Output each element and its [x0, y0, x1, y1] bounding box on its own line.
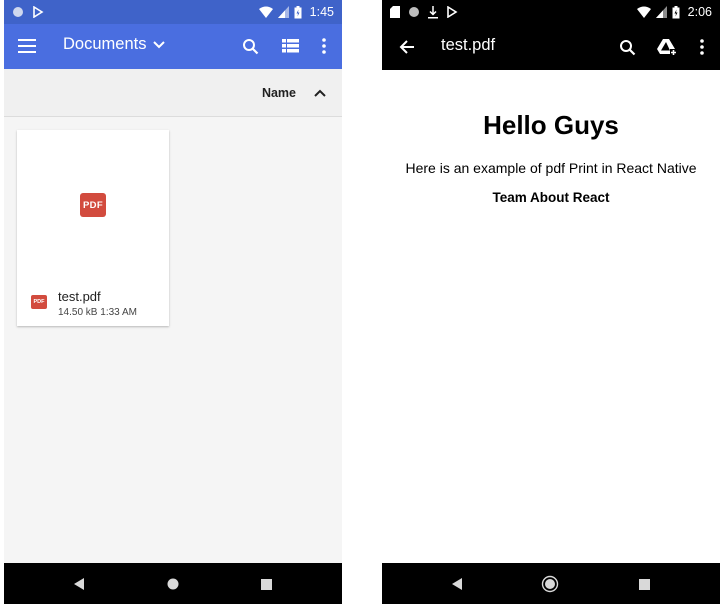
wifi-icon — [636, 6, 651, 18]
toolbar-title: Documents — [63, 35, 147, 53]
add-to-drive-button[interactable] — [655, 35, 679, 59]
menu-button[interactable] — [15, 34, 39, 58]
search-icon — [619, 39, 635, 55]
pdf-thumbnail-icon: PDF — [80, 193, 106, 217]
play-store-icon — [33, 6, 44, 18]
chevron-up-icon[interactable] — [314, 89, 326, 97]
documents-screen: 1:45 Documents Name PDF PDF test.pdf 14.… — [4, 0, 342, 604]
pdf-file-icon: PDF — [31, 295, 47, 309]
system-nav-bar — [4, 563, 342, 604]
wifi-icon — [258, 6, 273, 18]
search-button[interactable] — [238, 34, 262, 58]
more-options-button[interactable] — [312, 34, 336, 58]
pdf-viewer-screen: 2:06 test.pdf Hello Guys Here is an exam… — [382, 0, 720, 604]
more-vert-icon — [700, 39, 704, 55]
app-toolbar: Documents — [4, 24, 342, 69]
more-options-button[interactable] — [690, 35, 714, 59]
status-time: 1:45 — [309, 5, 334, 19]
status-bar: 1:45 — [4, 0, 342, 24]
document-heading: Hello Guys — [483, 110, 619, 140]
nav-recents-button[interactable] — [257, 575, 275, 593]
system-nav-bar — [382, 563, 720, 604]
status-time: 2:06 — [687, 5, 712, 19]
nav-recents-icon — [260, 578, 272, 590]
notification-dot-icon — [409, 7, 419, 17]
more-vert-icon — [322, 38, 326, 54]
file-meta: 14.50 kB 1:33 AM — [58, 307, 137, 318]
menu-icon — [18, 39, 36, 53]
download-icon — [428, 5, 438, 18]
chevron-down-icon — [153, 40, 166, 48]
nav-recents-button[interactable] — [635, 575, 653, 593]
nav-home-icon — [167, 578, 179, 590]
list-view-button[interactable] — [278, 34, 302, 58]
status-bar: 2:06 — [382, 0, 720, 24]
list-view-icon — [281, 39, 299, 53]
viewer-toolbar: test.pdf — [382, 24, 720, 70]
file-card-test-pdf[interactable]: PDF PDF test.pdf 14.50 kB 1:33 AM — [17, 130, 169, 326]
nav-home-icon — [541, 575, 559, 593]
nav-recents-icon — [638, 578, 650, 590]
notification-dot-icon — [13, 7, 23, 17]
nav-back-button[interactable] — [70, 575, 88, 593]
nav-back-button[interactable] — [448, 575, 466, 593]
nav-home-button[interactable] — [541, 575, 559, 593]
back-button[interactable] — [395, 35, 419, 59]
search-button[interactable] — [615, 35, 639, 59]
toolbar-title: test.pdf — [441, 36, 496, 54]
battery-icon — [672, 5, 680, 18]
document-paragraph: Here is an example of pdf Print in React… — [405, 160, 697, 176]
sort-bar: Name — [4, 69, 342, 117]
signal-icon — [277, 6, 289, 18]
play-store-icon — [447, 6, 458, 18]
signal-icon — [655, 6, 667, 18]
sort-by-name[interactable]: Name — [262, 86, 296, 100]
sd-card-icon — [390, 6, 400, 18]
nav-back-icon — [451, 578, 462, 590]
search-icon — [242, 38, 258, 54]
nav-home-button[interactable] — [164, 575, 182, 593]
document-footer-text: Team About React — [492, 190, 610, 205]
location-dropdown[interactable]: Documents — [63, 35, 166, 54]
file-name: test.pdf — [58, 289, 101, 304]
battery-icon — [294, 5, 302, 18]
drive-add-icon — [657, 39, 677, 56]
back-arrow-icon — [399, 40, 414, 54]
nav-back-icon — [73, 578, 84, 590]
